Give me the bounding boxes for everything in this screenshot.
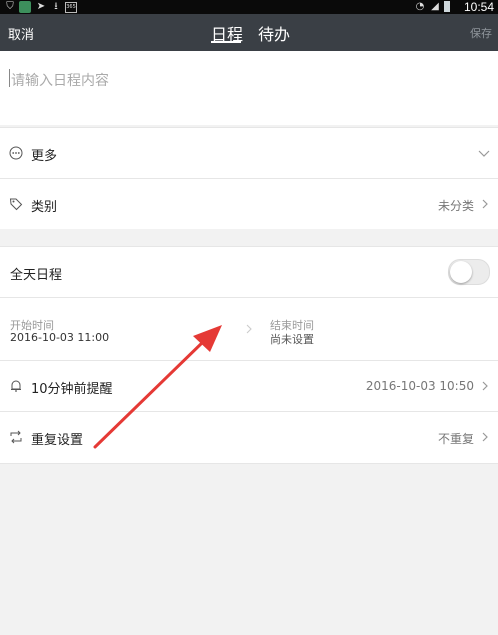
annotation-arrow — [93, 325, 222, 449]
